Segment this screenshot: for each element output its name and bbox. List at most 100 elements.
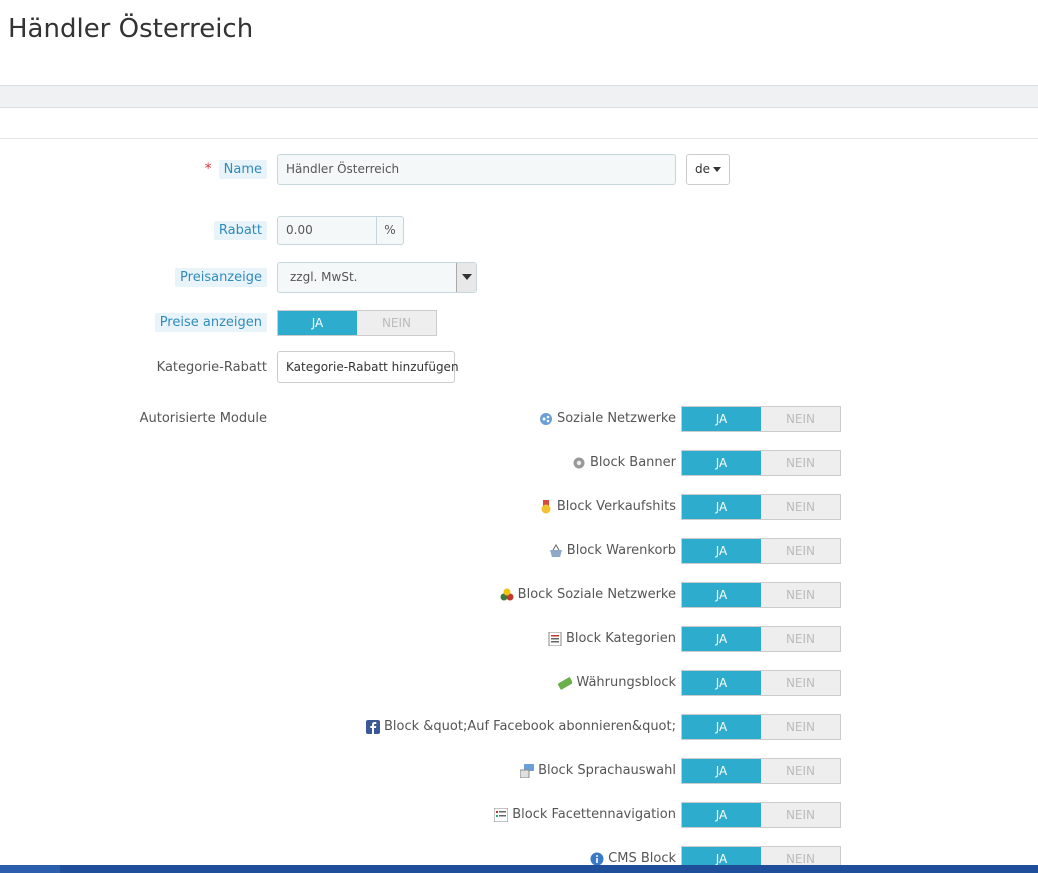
module-name: Block Warenkorb <box>566 543 676 558</box>
page-title: Händler Österreich <box>8 14 254 44</box>
module-switch-no[interactable]: NEIN <box>761 671 840 695</box>
module-switch-yes[interactable]: JA <box>682 759 761 783</box>
module-label: Block Sprachauswahl <box>519 763 676 778</box>
module-switch[interactable]: JA NEIN <box>681 494 841 520</box>
module-row: Block Soziale Netzwerke JA NEIN <box>0 582 1038 608</box>
name-row: * Name Händler Österreich de <box>0 154 1038 186</box>
category-discount-row: Kategorie-Rabatt Kategorie-Rabatt hinzuf… <box>0 351 1038 383</box>
name-label: * Name <box>204 160 267 179</box>
module-switch-no[interactable]: NEIN <box>761 583 840 607</box>
price-display-select[interactable]: zzgl. MwSt. <box>277 262 477 293</box>
category-discount-label: Kategorie-Rabatt <box>156 360 267 375</box>
module-switch[interactable]: JA NEIN <box>681 714 841 740</box>
language-dropdown[interactable]: de <box>686 154 730 185</box>
show-prices-switch[interactable]: JA NEIN <box>277 310 437 336</box>
module-row: Währungsblock JA NEIN <box>0 670 1038 696</box>
module-row: Block Warenkorb JA NEIN <box>0 538 1038 564</box>
start-button[interactable] <box>0 865 60 873</box>
panel-divider <box>0 138 1038 139</box>
module-row: Block Facettennavigation JA NEIN <box>0 802 1038 828</box>
caret-down-icon <box>713 167 721 172</box>
social-icons-icon <box>500 588 514 602</box>
module-name: Block Facettennavigation <box>512 807 676 822</box>
show-prices-row: Preise anzeigen JA NEIN <box>0 310 1038 336</box>
price-display-label: Preisanzeige <box>175 268 267 287</box>
module-name: Währungsblock <box>576 675 676 690</box>
module-switch-no[interactable]: NEIN <box>761 451 840 475</box>
module-label: CMS Block <box>590 851 676 866</box>
module-switch[interactable]: JA NEIN <box>681 802 841 828</box>
module-label: Block Facettennavigation <box>493 807 676 822</box>
os-taskbar <box>0 865 1038 873</box>
module-switch-yes[interactable]: JA <box>682 407 761 431</box>
module-switch-no[interactable]: NEIN <box>761 539 840 563</box>
required-marker: * <box>204 161 212 177</box>
module-switch-yes[interactable]: JA <box>682 715 761 739</box>
discount-label: Rabatt <box>213 221 267 240</box>
module-switch-yes[interactable]: JA <box>682 671 761 695</box>
module-switch-no[interactable]: NEIN <box>761 715 840 739</box>
price-display-label-text[interactable]: Preisanzeige <box>175 268 267 287</box>
module-switch-yes[interactable]: JA <box>682 539 761 563</box>
module-row: Soziale Netzwerke JA NEIN <box>0 406 1038 432</box>
module-row: Block Verkaufshits JA NEIN <box>0 494 1038 520</box>
module-row: Block Banner JA NEIN <box>0 450 1038 476</box>
share-icon <box>539 412 553 426</box>
module-label: Block Warenkorb <box>549 543 676 558</box>
filter-list-icon <box>493 807 509 822</box>
module-label: Block Banner <box>572 455 676 470</box>
module-switch-yes[interactable]: JA <box>682 495 761 519</box>
basket-icon <box>549 543 563 558</box>
module-switch-no[interactable]: NEIN <box>761 407 840 431</box>
price-display-row: Preisanzeige zzgl. MwSt. <box>0 262 1038 293</box>
module-switch-yes[interactable]: JA <box>682 583 761 607</box>
money-icon <box>557 676 574 690</box>
show-prices-label: Preise anzeigen <box>154 313 267 332</box>
name-field[interactable]: Händler Österreich <box>277 154 676 185</box>
show-prices-yes[interactable]: JA <box>278 311 357 335</box>
module-label: Block Soziale Netzwerke <box>500 587 676 602</box>
module-switch[interactable]: JA NEIN <box>681 538 841 564</box>
name-label-text[interactable]: Name <box>218 160 267 179</box>
facebook-icon <box>365 719 380 734</box>
module-label: Block &quot;Auf Facebook abonnieren&quot… <box>365 719 676 734</box>
show-prices-label-text[interactable]: Preise anzeigen <box>154 313 267 332</box>
list-icon <box>548 631 562 646</box>
module-name: Block Verkaufshits <box>556 499 676 514</box>
module-name: Soziale Netzwerke <box>556 411 676 426</box>
module-switch-no[interactable]: NEIN <box>761 495 840 519</box>
info-icon <box>590 852 604 866</box>
module-switch-no[interactable]: NEIN <box>761 803 840 827</box>
award-icon <box>539 499 553 514</box>
module-name: Block Sprachauswahl <box>538 763 676 778</box>
module-switch-yes[interactable]: JA <box>682 627 761 651</box>
module-switch-yes[interactable]: JA <box>682 803 761 827</box>
discount-row: Rabatt 0.00 % <box>0 216 1038 246</box>
module-switch[interactable]: JA NEIN <box>681 450 841 476</box>
module-name: Block &quot;Auf Facebook abonnieren&quot… <box>383 719 676 734</box>
module-switch[interactable]: JA NEIN <box>681 670 841 696</box>
module-switch[interactable]: JA NEIN <box>681 626 841 652</box>
module-switch-no[interactable]: NEIN <box>761 759 840 783</box>
discount-field[interactable]: 0.00 <box>277 216 377 245</box>
module-switch[interactable]: JA NEIN <box>681 582 841 608</box>
module-name: Block Banner <box>590 455 676 470</box>
select-arrow-icon <box>456 263 476 292</box>
toolbar-band <box>0 85 1038 108</box>
show-prices-no[interactable]: NEIN <box>357 311 436 335</box>
gear-icon <box>572 456 586 470</box>
discount-label-text[interactable]: Rabatt <box>213 221 267 240</box>
module-switch[interactable]: JA NEIN <box>681 406 841 432</box>
module-switch-no[interactable]: NEIN <box>761 627 840 651</box>
add-category-discount-button[interactable]: Kategorie-Rabatt hinzufügen <box>277 351 459 383</box>
module-name: CMS Block <box>608 851 676 866</box>
module-switch[interactable]: JA NEIN <box>681 758 841 784</box>
module-label: Block Verkaufshits <box>539 499 676 514</box>
module-row: Block &quot;Auf Facebook abonnieren&quot… <box>0 714 1038 740</box>
module-row: Block Sprachauswahl JA NEIN <box>0 758 1038 784</box>
module-label: Soziale Netzwerke <box>539 411 676 426</box>
module-name: Block Soziale Netzwerke <box>517 587 676 602</box>
language-icon <box>519 763 535 778</box>
module-label: Block Kategorien <box>548 631 676 646</box>
module-switch-yes[interactable]: JA <box>682 451 761 475</box>
